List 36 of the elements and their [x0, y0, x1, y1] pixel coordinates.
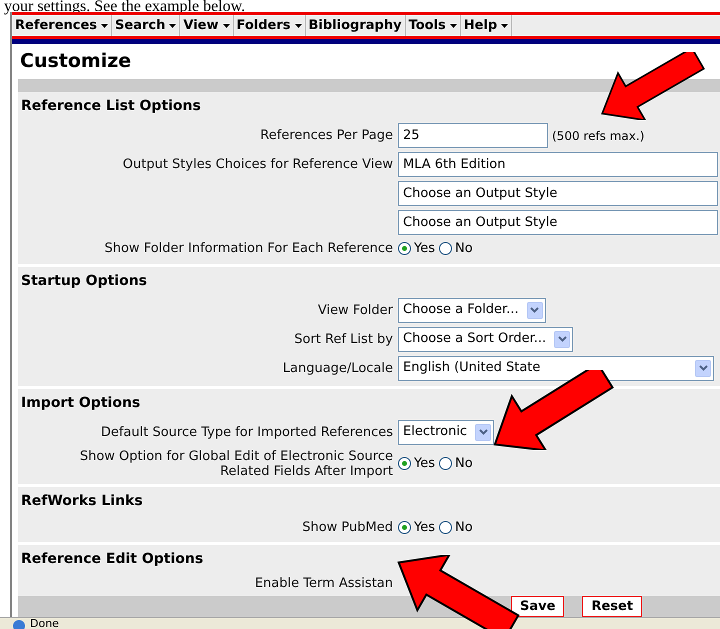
page-icon	[12, 618, 26, 629]
select-field[interactable]: Choose an Output Style	[398, 210, 718, 235]
select-field[interactable]: MLA 6th Edition	[398, 152, 718, 177]
select-field[interactable]: English (United State	[398, 356, 714, 380]
field-label: Enable Term Assistan	[254, 576, 393, 591]
page-title: Customize	[19, 49, 132, 74]
field-label: Show Folder Information For Each Reference	[104, 241, 393, 256]
field-label: Show PubMed	[302, 520, 393, 535]
field-label: References Per Page	[260, 128, 393, 143]
radio-option[interactable]: Yes	[398, 454, 435, 474]
field-label: Language/Locale	[282, 360, 393, 376]
form-button[interactable]: Reset	[582, 596, 642, 617]
field-label: Sort Ref List by	[294, 332, 393, 346]
radio-option[interactable]: Yes	[398, 518, 435, 537]
field-hint: (500 refs max.)	[552, 128, 644, 144]
caption-text: your settings. See the example below.	[3, 0, 246, 12]
select-field[interactable]: Electronic	[398, 420, 494, 444]
section-heading: Import Options	[20, 394, 142, 412]
radio-option[interactable]: No	[439, 239, 473, 258]
select-field[interactable]: Choose an Output Style	[398, 181, 718, 206]
select-field[interactable]: Choose a Folder...	[398, 298, 546, 322]
form-button[interactable]: Save	[511, 596, 564, 617]
section-heading: RefWorks Links	[20, 492, 144, 510]
status-text: Done	[30, 618, 59, 629]
radio-option[interactable]: Yes	[398, 239, 435, 258]
radio-option[interactable]: No	[439, 518, 473, 537]
section-heading: Startup Options	[20, 272, 148, 290]
field-label: View Folder	[318, 302, 393, 318]
field-label: Default Source Type for Imported References	[100, 424, 393, 440]
field-label: Output Styles Choices for Reference View	[122, 157, 393, 172]
field-label: Show Option for Global Edit of Electronic Source Related Fields After Import	[78, 448, 393, 478]
section-heading: Reference Edit Options	[20, 550, 204, 569]
text-field[interactable]: 25	[398, 123, 548, 148]
section-heading: Reference List Options	[20, 97, 202, 116]
radio-option[interactable]: No	[439, 454, 473, 474]
select-field[interactable]: Choose a Sort Order...	[398, 326, 574, 352]
